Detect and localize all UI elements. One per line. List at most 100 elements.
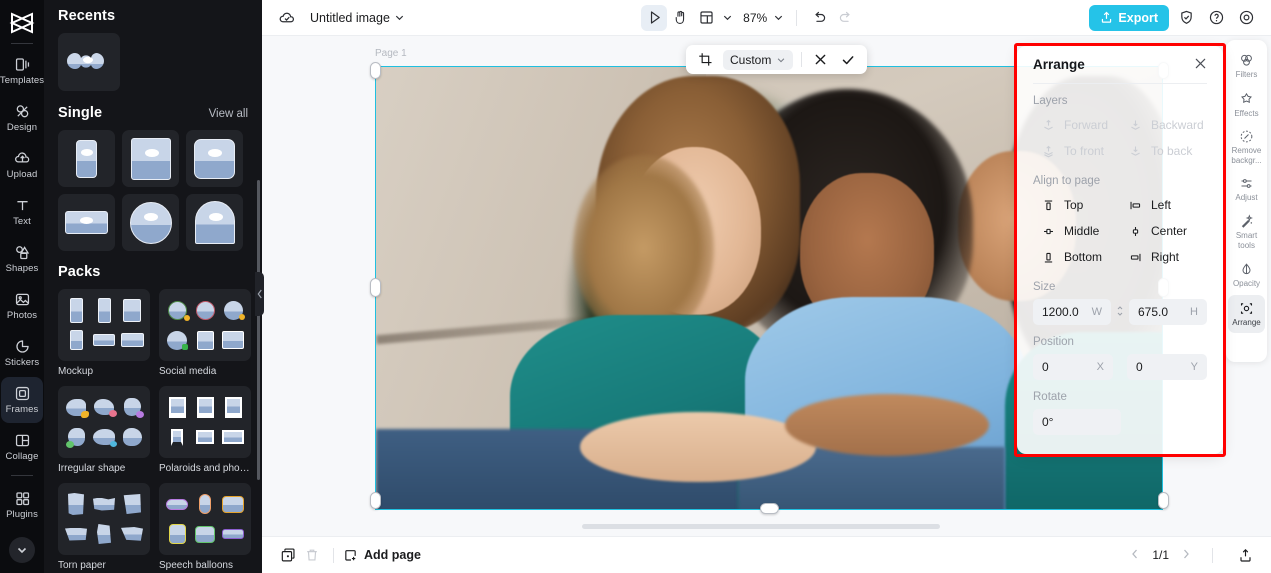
chevron-down-icon[interactable]: [390, 5, 410, 31]
tool-label: Adjust: [1235, 192, 1258, 202]
chevron-down-icon[interactable]: [9, 537, 35, 563]
layer-label: To front: [1064, 144, 1105, 158]
help-circle-icon[interactable]: [1203, 5, 1229, 31]
height-input[interactable]: 675.0 H: [1129, 299, 1207, 325]
resize-handle-bottom-right[interactable]: [1158, 492, 1169, 509]
sidebar-item-text[interactable]: Text: [1, 189, 43, 235]
close-icon[interactable]: [1194, 57, 1207, 73]
plugins-icon: [15, 492, 29, 506]
resize-handle-bottom-left[interactable]: [370, 492, 381, 509]
position-x-value: 0: [1042, 360, 1049, 374]
frame-thumb[interactable]: [122, 194, 179, 251]
undo-button[interactable]: [806, 5, 832, 31]
align-right-button[interactable]: Right: [1120, 244, 1207, 270]
toolbar-divider: [796, 9, 798, 26]
sidebar-item-upload[interactable]: Upload: [1, 142, 43, 188]
hand-pan-tool[interactable]: [667, 5, 693, 31]
resize-handle-left-middle[interactable]: [370, 278, 381, 297]
layer-to-front-button[interactable]: To front: [1033, 138, 1120, 164]
tool-adjust[interactable]: Adjust: [1228, 170, 1265, 208]
delete-page-button[interactable]: [300, 543, 324, 567]
layout-grid-tool[interactable]: [693, 5, 719, 31]
frame-thumb[interactable]: [122, 130, 179, 187]
shield-check-icon[interactable]: [1173, 5, 1199, 31]
export-page-button[interactable]: [1233, 543, 1257, 567]
tool-arrange[interactable]: Arrange: [1228, 295, 1265, 333]
add-page-button[interactable]: Add page: [343, 548, 421, 563]
chevron-right-icon[interactable]: [1180, 548, 1192, 563]
sidebar-item-shapes[interactable]: Shapes: [1, 236, 43, 282]
position-x-input[interactable]: 0 X: [1033, 354, 1113, 380]
pack-card[interactable]: Speech balloons: [159, 483, 251, 571]
align-bottom-button[interactable]: Bottom: [1033, 244, 1120, 270]
gear-icon[interactable]: [1233, 5, 1259, 31]
pack-card[interactable]: Torn paper: [58, 483, 150, 571]
add-page-label: Add page: [364, 548, 421, 562]
sidebar-item-stickers[interactable]: Stickers: [1, 330, 43, 376]
cursor-select-tool[interactable]: [641, 4, 668, 31]
redo-button[interactable]: [832, 5, 858, 31]
adjust-sliders-icon: [1241, 178, 1252, 188]
chevron-down-icon[interactable]: [719, 5, 736, 31]
size-label: Size: [1033, 281, 1056, 293]
align-label-text: Middle: [1064, 224, 1100, 238]
frame-thumb[interactable]: [58, 194, 115, 251]
width-input[interactable]: 1200.0 W: [1033, 299, 1111, 325]
resize-handle-bottom-middle[interactable]: [760, 503, 779, 514]
width-value: 1200.0: [1042, 305, 1079, 319]
tool-effects[interactable]: Effects: [1228, 86, 1265, 124]
align-left-button[interactable]: Left: [1120, 192, 1207, 218]
pack-card[interactable]: Social media: [159, 289, 251, 377]
sidebar-item-collage[interactable]: Collage: [1, 424, 43, 470]
layer-label: Forward: [1064, 118, 1109, 132]
layer-forward-button[interactable]: Forward: [1033, 112, 1120, 138]
cloud-saved-icon[interactable]: [274, 5, 300, 31]
crop-ratio-select[interactable]: Custom: [723, 49, 794, 70]
export-button[interactable]: Export: [1089, 4, 1169, 31]
sidebar-item-frames[interactable]: Frames: [1, 377, 43, 423]
frame-thumb[interactable]: [58, 130, 115, 187]
panel-collapse-handle[interactable]: [255, 272, 264, 316]
align-center-button[interactable]: Center: [1120, 218, 1207, 244]
pack-card[interactable]: Polaroids and photo f...: [159, 386, 251, 474]
crop-icon[interactable]: [695, 50, 715, 70]
duplicate-page-button[interactable]: [276, 543, 300, 567]
pack-card[interactable]: Irregular shape: [58, 386, 150, 474]
link-ratio-icon[interactable]: [1115, 305, 1125, 319]
pack-card[interactable]: Mockup: [58, 289, 150, 377]
sidebar-item-design[interactable]: Design: [1, 95, 43, 141]
rotate-input[interactable]: 0°: [1033, 409, 1121, 435]
chevron-down-icon[interactable]: [770, 5, 787, 31]
zoom-level[interactable]: 87%: [743, 11, 767, 25]
tool-opacity[interactable]: Opacity: [1228, 256, 1265, 294]
sidebar-item-templates[interactable]: Templates: [0, 48, 44, 94]
crop-confirm-button[interactable]: [838, 50, 858, 70]
pack-name: Polaroids and photo f...: [159, 463, 251, 474]
layer-to-back-button[interactable]: To back: [1120, 138, 1207, 164]
layer-label: To back: [1151, 144, 1193, 158]
chevron-left-icon[interactable]: [1129, 548, 1141, 563]
document-title[interactable]: Untitled image: [310, 11, 390, 25]
crop-cancel-button[interactable]: [810, 50, 830, 70]
pack-name: Mockup: [58, 366, 94, 377]
align-label-text: Right: [1151, 250, 1180, 264]
align-top-button[interactable]: Top: [1033, 192, 1120, 218]
sidebar-item-photos[interactable]: Photos: [1, 283, 43, 329]
capcut-logo[interactable]: [5, 8, 39, 38]
frame-thumb[interactable]: [186, 130, 243, 187]
tool-remove-background[interactable]: Remove backgr...: [1228, 125, 1265, 169]
resize-handle-top-left[interactable]: [370, 62, 381, 79]
sidebar-item-plugins[interactable]: Plugins: [1, 482, 43, 528]
layer-backward-button[interactable]: Backward: [1120, 112, 1207, 138]
frame-thumb[interactable]: [186, 194, 243, 251]
tool-filters[interactable]: Filters: [1228, 47, 1265, 85]
position-y-input[interactable]: 0 Y: [1127, 354, 1207, 380]
tool-smart-tools[interactable]: Smart tools: [1228, 209, 1265, 255]
arrange-panel: Arrange Layers Forward Backward To front…: [1017, 46, 1223, 454]
bottom-divider: [333, 547, 334, 563]
view-all-link[interactable]: View all: [209, 108, 248, 120]
canvas-horizontal-scrollbar[interactable]: [582, 524, 940, 529]
panel-scrollbar[interactable]: [257, 180, 260, 480]
align-middle-button[interactable]: Middle: [1033, 218, 1120, 244]
recent-frame-thumb[interactable]: [58, 33, 120, 91]
